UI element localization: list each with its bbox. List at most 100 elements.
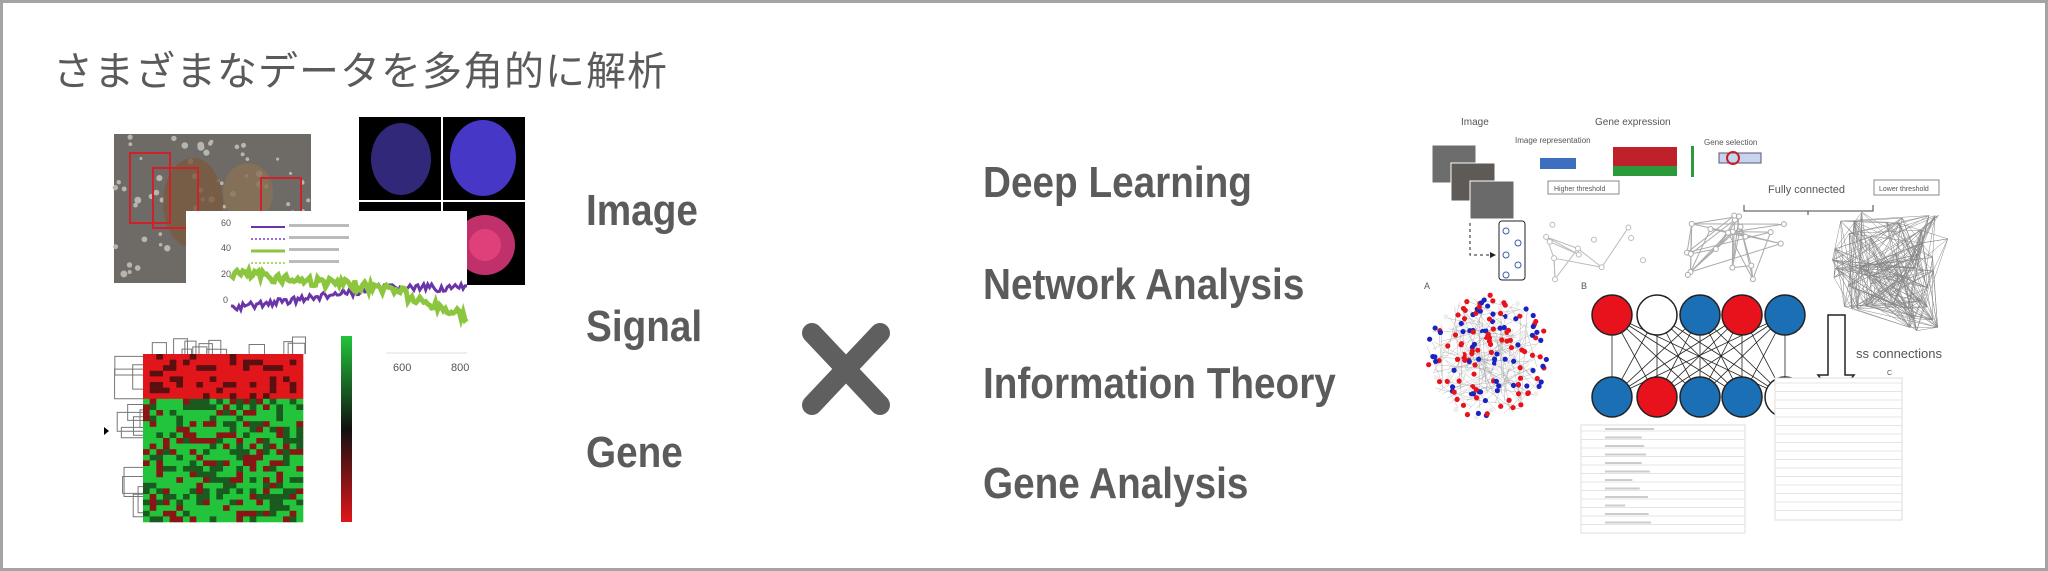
gene-node <box>1462 368 1468 375</box>
gene-node <box>1537 354 1543 360</box>
network-edge <box>1932 257 1938 328</box>
network-node <box>1707 226 1714 233</box>
network-edge <box>1553 257 1602 268</box>
table-cell-text <box>1605 453 1647 456</box>
network-node <box>1625 224 1632 231</box>
gene-node <box>1517 365 1523 371</box>
gene-selection-icon <box>1718 151 1762 165</box>
gene-node <box>1488 407 1494 413</box>
gene-node <box>1480 332 1486 338</box>
gene-node <box>1473 387 1479 393</box>
gene-node <box>1521 348 1528 355</box>
gene-node <box>1485 331 1491 338</box>
gene-node <box>1454 396 1460 402</box>
gene-node <box>1426 362 1432 368</box>
network-node <box>1574 245 1581 252</box>
gene-node <box>1488 349 1494 355</box>
gene-node <box>1472 362 1478 368</box>
gene-node <box>1490 311 1496 317</box>
gene-node <box>1529 352 1536 358</box>
table-cell-text <box>1605 513 1649 515</box>
gene-node <box>1502 356 1508 362</box>
table-cell-text <box>1605 470 1650 473</box>
network-edge <box>1918 215 1936 255</box>
network-node <box>1551 255 1558 262</box>
network-node <box>1543 233 1550 240</box>
table <box>1774 377 1903 521</box>
bottom-node-blue <box>1591 376 1633 418</box>
network-node <box>1742 233 1749 240</box>
gene-node <box>1541 328 1547 334</box>
gene-node <box>1482 323 1488 329</box>
gene-node <box>1446 374 1453 380</box>
network-node <box>1590 236 1597 243</box>
sparse-network <box>1543 221 1647 283</box>
svg-text:Higher threshold: Higher threshold <box>1554 186 1605 193</box>
gene-node <box>1437 329 1444 336</box>
svg-text:Lower threshold: Lower threshold <box>1879 186 1929 193</box>
gene-node <box>1538 379 1544 385</box>
network-node <box>1640 257 1647 264</box>
gene-node <box>1525 390 1531 396</box>
panel-b-label: B <box>1581 281 1587 291</box>
network-edge <box>1922 238 1948 244</box>
gene-node <box>1533 391 1539 397</box>
gene-selection-label: Gene selection <box>1704 138 1757 147</box>
gene-node <box>1449 384 1456 390</box>
network-edge <box>1553 258 1556 280</box>
panel-c-label: C <box>1887 370 1892 377</box>
network-node <box>1749 276 1756 283</box>
gene-node <box>1487 292 1493 298</box>
gene-node <box>1467 387 1473 393</box>
gene-expression-label: Gene expression <box>1595 117 1671 128</box>
gene-node <box>1493 378 1499 385</box>
gene-node <box>1443 314 1449 320</box>
gene-node <box>1432 354 1438 360</box>
gene-selection-bar <box>1691 146 1694 177</box>
medium-network <box>1684 212 1787 283</box>
network-edge <box>1916 327 1938 331</box>
gene-node <box>1475 410 1482 417</box>
gene-node <box>1515 342 1521 348</box>
gene-node <box>1499 337 1505 343</box>
gene-node <box>1458 342 1464 348</box>
panel-a-label: A <box>1424 281 1430 291</box>
table-cell-text <box>1605 436 1642 439</box>
gene-node <box>1487 341 1494 347</box>
gene-node <box>1485 303 1491 309</box>
gene-node <box>1538 337 1544 343</box>
network-node <box>1748 262 1755 269</box>
network-node <box>1767 229 1774 236</box>
image-label: Image <box>1461 117 1489 128</box>
gene-node <box>1496 383 1502 389</box>
gene-node <box>1427 336 1433 342</box>
network-node <box>1780 221 1787 228</box>
gene-node <box>1451 367 1457 373</box>
gene-node <box>1501 300 1507 306</box>
gene-node <box>1460 402 1467 408</box>
table-cell-text <box>1605 428 1655 430</box>
gene-node <box>1510 404 1516 411</box>
network-edge <box>1601 227 1629 268</box>
network-edge <box>1715 232 1729 250</box>
bottom-node-red <box>1636 376 1678 418</box>
gene-node <box>1466 358 1472 365</box>
gene-node <box>1471 341 1478 347</box>
table-cell-text <box>1605 521 1651 524</box>
gene-node <box>1464 412 1471 418</box>
gene-node <box>1460 305 1467 312</box>
gene-node <box>1534 329 1540 335</box>
gene-node <box>1543 356 1549 363</box>
top-node-red <box>1721 294 1763 336</box>
gene-node <box>1460 395 1466 401</box>
gene-node <box>1518 402 1524 408</box>
fully-connected-label: Fully connected <box>1768 184 1845 196</box>
table-cell-text <box>1605 479 1633 481</box>
gene-node <box>1470 329 1476 335</box>
top-node-blue <box>1764 294 1806 336</box>
gene-node <box>1506 363 1512 369</box>
network-node <box>1725 229 1732 236</box>
higher-threshold-box: Higher threshold <box>1547 180 1620 195</box>
gene-node <box>1469 348 1475 354</box>
gene-node <box>1510 382 1517 388</box>
